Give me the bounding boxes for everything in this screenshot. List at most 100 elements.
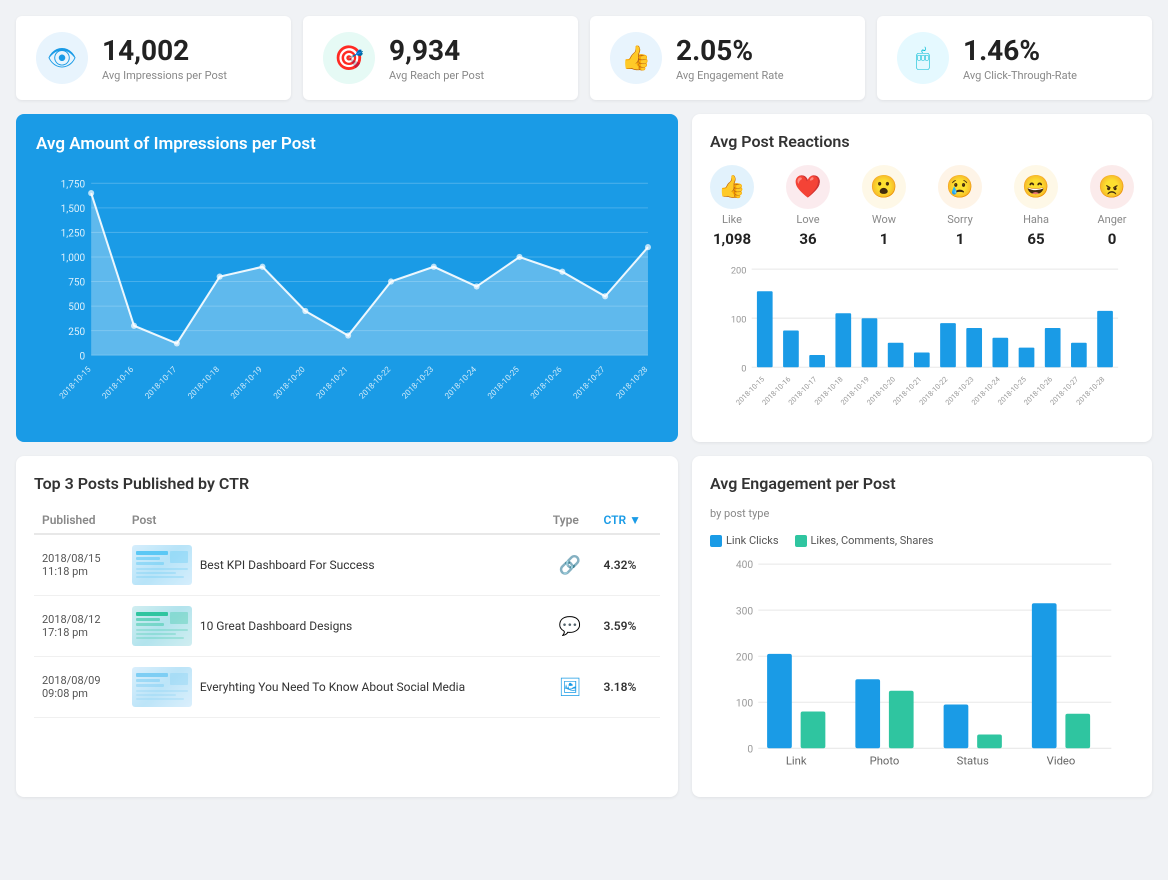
- impressions-area-chart: 02505007501,0001,2501,5001,7502018-10-15…: [36, 168, 658, 428]
- kpi-info-engagement: 2.05% Avg Engagement Rate: [676, 34, 784, 83]
- svg-text:100: 100: [736, 698, 753, 709]
- cell-date-1: 2018/08/1217:18 pm: [34, 596, 124, 657]
- table-header: Published Post Type CTR ▼: [34, 507, 660, 534]
- reaction-emoji-wow: 😮: [862, 165, 906, 209]
- kpi-card-ctr: 🖱 1.46% Avg Click-Through-Rate: [877, 16, 1152, 100]
- legend-dot: [710, 535, 722, 547]
- svg-text:300: 300: [736, 606, 753, 617]
- cell-date-2: 2018/08/0909:08 pm: [34, 657, 124, 718]
- kpi-info-impressions: 14,002 Avg Impressions per Post: [102, 34, 227, 83]
- svg-text:Photo: Photo: [870, 755, 900, 768]
- legend-label: Link Clicks: [726, 534, 779, 547]
- post-thumbnail-0: [132, 545, 192, 585]
- impressions-chart-panel: Avg Amount of Impressions per Post 0 250 5…: [16, 114, 678, 442]
- kpi-label-ctr: Avg Click-Through-Rate: [963, 69, 1077, 82]
- svg-text:2018-10-23: 2018-10-23: [400, 364, 436, 401]
- svg-text:2018-10-24: 2018-10-24: [442, 364, 478, 401]
- legend-dot: [795, 535, 807, 547]
- reaction-label-love: Love: [796, 213, 819, 226]
- svg-text:2018-10-28: 2018-10-28: [614, 364, 650, 401]
- svg-text:0: 0: [80, 351, 86, 362]
- svg-text:1,500: 1,500: [61, 204, 86, 215]
- svg-text:2018-10-20: 2018-10-20: [271, 364, 307, 401]
- impressions-chart-title: Avg Amount of Impressions per Post: [36, 134, 658, 154]
- col-published: Published: [34, 507, 124, 534]
- svg-text:250: 250: [68, 327, 85, 338]
- reaction-emoji-haha: 😄: [1014, 165, 1058, 209]
- main-grid: Avg Amount of Impressions per Post 0 250 5…: [16, 114, 1152, 442]
- kpi-value-engagement: 2.05%: [676, 34, 784, 68]
- cell-type-2: 🖼: [545, 657, 596, 718]
- reactions-row: 👍 Like 1,098 ❤️ Love 36 😮 Wow 1 😢 Sorry …: [710, 165, 1134, 248]
- reaction-emoji-anger: 😠: [1090, 165, 1134, 209]
- reaction-count-anger: 0: [1108, 230, 1117, 248]
- svg-text:400: 400: [736, 560, 753, 571]
- engagement-panel: Avg Engagement per Post by post type Lin…: [692, 456, 1152, 797]
- svg-text:2018-10-18: 2018-10-18: [186, 364, 222, 401]
- svg-text:1,250: 1,250: [61, 228, 86, 239]
- reaction-count-haha: 65: [1027, 230, 1044, 248]
- svg-text:2018-10-21: 2018-10-21: [314, 364, 350, 401]
- kpi-label-engagement: Avg Engagement Rate: [676, 69, 784, 82]
- svg-text:2018-10-17: 2018-10-17: [143, 364, 179, 401]
- reaction-item-sorry: 😢 Sorry 1: [938, 165, 982, 248]
- post-title-0: Best KPI Dashboard For Success: [200, 557, 375, 574]
- svg-text:500: 500: [68, 302, 85, 313]
- reaction-label-sorry: Sorry: [947, 213, 973, 226]
- legend-item-linkclicks: Link Clicks: [710, 534, 779, 547]
- table-title: Top 3 Posts Published by CTR: [34, 474, 660, 493]
- post-thumbnail-1: [132, 606, 192, 646]
- reactions-panel: Avg Post Reactions 👍 Like 1,098 ❤️ Love …: [692, 114, 1152, 442]
- post-thumbnail-2: [132, 667, 192, 707]
- bottom-grid: Top 3 Posts Published by CTR Published P…: [16, 456, 1152, 797]
- engagement-subtitle: by post type: [710, 507, 1134, 520]
- svg-text:2018-10-19: 2018-10-19: [228, 364, 264, 401]
- reaction-count-sorry: 1: [956, 230, 965, 248]
- svg-text:Status: Status: [957, 755, 989, 768]
- reaction-item-wow: 😮 Wow 1: [862, 165, 906, 248]
- svg-text:2018-10-28: 2018-10-28: [1074, 375, 1106, 407]
- reaction-label-anger: Anger: [1098, 213, 1127, 226]
- engagement-legend: Link Clicks Likes, Comments, Shares: [710, 534, 1134, 547]
- svg-text:2018-10-22: 2018-10-22: [357, 364, 393, 401]
- kpi-icon-reach: 🎯: [323, 32, 375, 84]
- svg-text:100: 100: [731, 314, 747, 325]
- kpi-label-impressions: Avg Impressions per Post: [102, 69, 227, 82]
- cell-post-0: Best KPI Dashboard For Success: [124, 535, 545, 595]
- kpi-icon-engagement: 👍: [610, 32, 662, 84]
- engagement-title: Avg Engagement per Post: [710, 474, 1134, 493]
- svg-text:200: 200: [736, 652, 753, 663]
- reactions-title: Avg Post Reactions: [710, 132, 1134, 151]
- reaction-emoji-like: 👍: [710, 165, 754, 209]
- svg-text:200: 200: [731, 265, 747, 276]
- svg-text:Link: Link: [786, 755, 807, 768]
- svg-text:0: 0: [741, 363, 746, 374]
- svg-text:750: 750: [68, 278, 85, 289]
- col-ctr: CTR ▼: [595, 507, 660, 534]
- legend-label: Likes, Comments, Shares: [811, 534, 934, 547]
- kpi-row: 👁 14,002 Avg Impressions per Post 🎯 9,93…: [16, 16, 1152, 100]
- kpi-card-engagement: 👍 2.05% Avg Engagement Rate: [590, 16, 865, 100]
- svg-text:2018-10-26: 2018-10-26: [528, 364, 564, 401]
- kpi-card-impressions: 👁 14,002 Avg Impressions per Post: [16, 16, 291, 100]
- col-post: Post: [124, 507, 545, 534]
- kpi-info-reach: 9,934 Avg Reach per Post: [389, 34, 484, 83]
- reaction-count-like: 1,098: [713, 230, 751, 248]
- svg-text:Video: Video: [1047, 755, 1076, 768]
- reaction-label-haha: Haha: [1023, 213, 1049, 226]
- svg-text:1,750: 1,750: [61, 179, 86, 190]
- kpi-label-reach: Avg Reach per Post: [389, 69, 484, 82]
- table-row: 2018/08/1511:18 pm Best KPI Dashboard Fo…: [34, 534, 660, 596]
- kpi-value-impressions: 14,002: [102, 34, 227, 68]
- table-row: 2018/08/0909:08 pm Everyhting You Need T…: [34, 657, 660, 718]
- cell-post-2: Everyhting You Need To Know About Social…: [124, 657, 545, 717]
- kpi-value-reach: 9,934: [389, 34, 484, 68]
- cell-ctr-1: 3.59%: [595, 596, 660, 657]
- table-row: 2018/08/1217:18 pm 10 Great Dashboard De…: [34, 596, 660, 657]
- cell-post-1: 10 Great Dashboard Designs: [124, 596, 545, 656]
- post-title-2: Everyhting You Need To Know About Social…: [200, 679, 465, 696]
- reaction-label-wow: Wow: [872, 213, 896, 226]
- reaction-emoji-sorry: 😢: [938, 165, 982, 209]
- cell-ctr-0: 4.32%: [595, 534, 660, 596]
- reaction-item-anger: 😠 Anger 0: [1090, 165, 1134, 248]
